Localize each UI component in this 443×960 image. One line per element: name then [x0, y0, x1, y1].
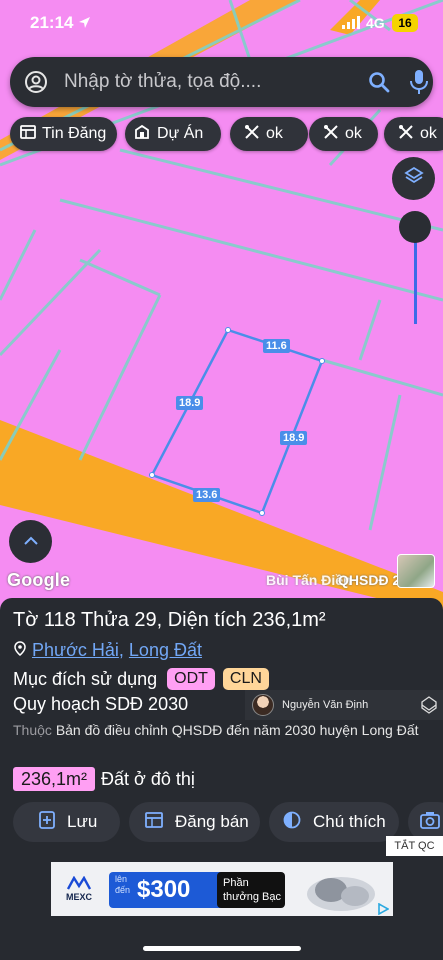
area-row: 236,1m² Đất ở đô thị — [13, 767, 195, 791]
battery-icon: 16 — [392, 14, 418, 32]
post-sale-label: Đăng bán — [175, 812, 249, 831]
location-separator: , — [118, 640, 124, 660]
creator-overlay: Nguyễn Văn Định — [245, 690, 443, 720]
home-indicator[interactable] — [143, 946, 301, 951]
pin-icon — [14, 640, 26, 661]
brand-logo-icon — [421, 696, 437, 719]
dimension-right-label: 18.9 — [280, 431, 308, 445]
status-time: 21:14 — [30, 13, 74, 32]
ad-brand-logo: MEXC — [65, 875, 93, 902]
ad-brand: MEXC — [65, 892, 92, 902]
purpose-badge-cln: CLN — [222, 668, 269, 690]
purpose-badge-odt: ODT — [167, 668, 215, 690]
chip-label: ok — [420, 125, 437, 142]
mexc-logo-icon — [66, 875, 92, 890]
camera-icon — [420, 811, 440, 834]
listing-icon — [20, 124, 36, 144]
tools-icon — [398, 124, 414, 145]
land-purpose-row: Mục đích sử dụng ODT CLN — [13, 668, 269, 690]
dimension-left-label: 18.9 — [176, 396, 204, 410]
ad-small-text: lên đến — [115, 874, 131, 895]
area-badge: 236,1m² — [13, 767, 96, 791]
search-input[interactable] — [64, 67, 354, 97]
ad-choices-icon[interactable] — [377, 902, 390, 916]
ward-link[interactable]: Phước Hải — [32, 640, 119, 660]
dimension-bottom-label: 13.6 — [193, 488, 221, 502]
network-type: 4G — [366, 15, 385, 31]
google-logo: Google — [7, 570, 71, 590]
tools-icon — [244, 124, 260, 145]
land-type: Đất ở đô thị — [101, 768, 195, 789]
chip-ok-3[interactable]: ok — [384, 117, 443, 151]
plan-source-prefix: Thuộc — [13, 722, 52, 738]
save-button[interactable]: Lưu — [13, 802, 120, 842]
legend-icon — [283, 811, 301, 834]
tools-icon — [323, 124, 339, 145]
layers-icon — [403, 166, 424, 191]
plan-source: Thuộc Bản đồ điều chỉnh QHSDĐ đến năm 20… — [13, 720, 433, 741]
ad-amount: $300 — [137, 876, 191, 903]
close-ad-button[interactable]: TẮT QC — [386, 836, 443, 856]
chevron-up-icon — [23, 533, 39, 551]
chip-ok-2[interactable]: ok — [309, 117, 378, 151]
post-sale-icon — [145, 811, 163, 833]
chip-label: ok — [266, 125, 283, 142]
chip-label: Tin Đăng — [42, 125, 107, 142]
chip-ok-1[interactable]: ok — [230, 117, 308, 151]
chip-label: Dự Án — [157, 125, 204, 142]
district-link[interactable]: Long Đất — [129, 640, 202, 660]
layers-button[interactable] — [392, 157, 435, 200]
parcel-title: Tờ 118 Thửa 29, Diện tích 236,1m² — [13, 609, 326, 631]
avatar — [252, 694, 274, 716]
filter-chips: Tin Đăng Dự Án ok ok ok — [10, 117, 443, 151]
chip-du-an[interactable]: Dự Án — [125, 117, 221, 151]
search-icon[interactable] — [368, 71, 390, 98]
post-sale-button[interactable]: Đăng bán — [129, 802, 260, 842]
expand-up-button[interactable] — [9, 520, 52, 563]
action-buttons: Lưu Đăng bán Chú thích — [13, 802, 443, 842]
opacity-slider-handle[interactable] — [399, 211, 431, 243]
purpose-label: Mục đích sử dụng — [13, 668, 158, 689]
status-bar: 21:14 4G 16 — [0, 0, 443, 48]
signal-icon — [342, 16, 362, 34]
dimension-top-label: 11.6 — [263, 339, 290, 353]
search-bar[interactable] — [10, 57, 433, 107]
ad-banner[interactable]: MEXC lên đến $300 Phần thưởng Bạc — [51, 862, 393, 916]
location-arrow-icon — [78, 16, 91, 34]
user-icon[interactable] — [24, 70, 48, 99]
plan-source-text: Bản đồ điều chỉnh QHSDĐ đến năm 2030 huy… — [55, 722, 419, 738]
chip-tin-dang[interactable]: Tin Đăng — [10, 117, 117, 151]
building-icon — [135, 124, 151, 144]
parcel-location: Phước Hải, Long Đất — [14, 640, 202, 661]
legend-button[interactable]: Chú thích — [269, 802, 399, 842]
ad-reward: Phần thưởng Bạc — [217, 872, 285, 908]
plan-label: Quy hoạch SDĐ 2030 — [13, 694, 189, 714]
legend-label: Chú thích — [313, 812, 386, 831]
satellite-thumbnail[interactable] — [397, 554, 435, 588]
mic-icon[interactable] — [409, 69, 429, 100]
map-view[interactable]: 11.6 18.9 18.9 13.6 21:14 4G 16 Tin Đăng — [0, 0, 443, 610]
ad-illustration — [307, 877, 375, 911]
chip-label: ok — [345, 125, 362, 142]
creator-name: Nguyễn Văn Định — [282, 699, 369, 711]
save-icon — [39, 810, 55, 834]
save-label: Lưu — [67, 812, 98, 831]
